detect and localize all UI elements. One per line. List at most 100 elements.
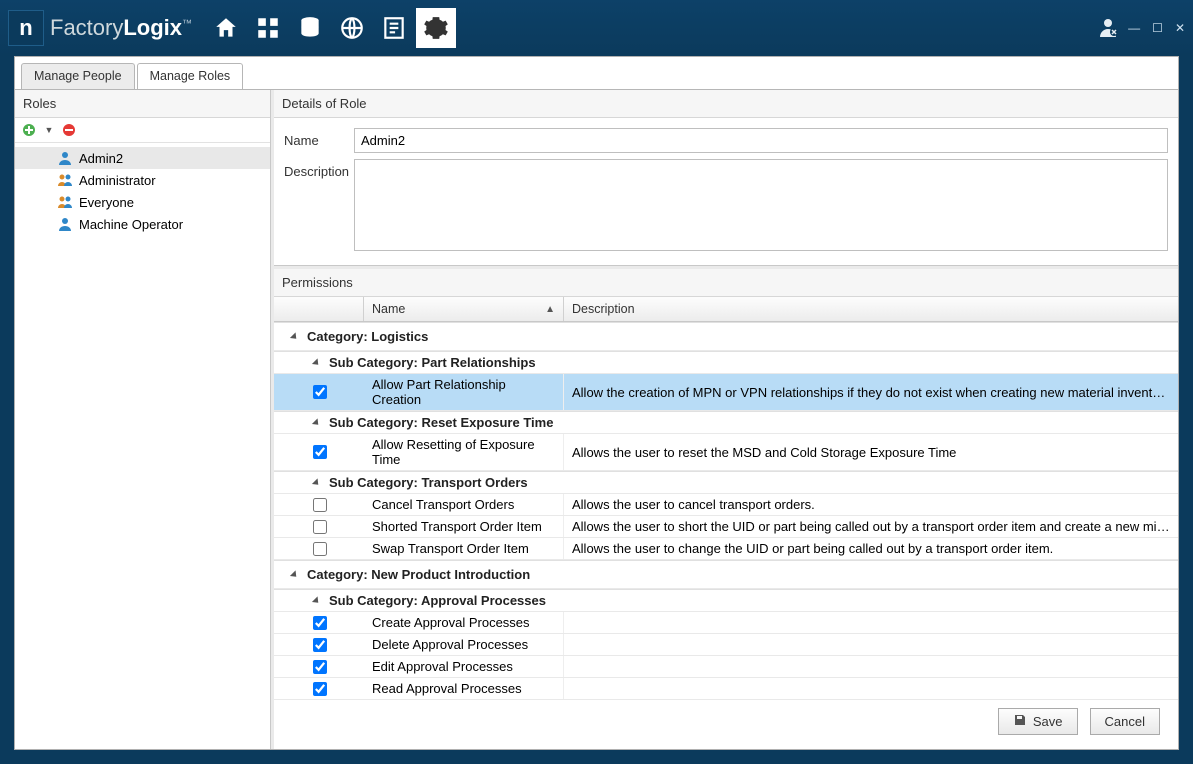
tree-item-label: Admin2 — [79, 151, 123, 166]
globe-icon[interactable] — [332, 8, 372, 48]
tree-item-role[interactable]: Admin2 — [15, 147, 270, 169]
permissions-col-name[interactable]: Name ▲ — [364, 297, 564, 321]
cancel-button[interactable]: Cancel — [1090, 708, 1160, 735]
cancel-button-label: Cancel — [1105, 714, 1145, 729]
permission-description: Allows the user to reset the MSD and Col… — [564, 442, 1178, 463]
permission-checkbox[interactable] — [313, 542, 327, 556]
permission-name: Allow Resetting of Exposure Time — [364, 434, 564, 470]
permission-description — [564, 686, 1178, 692]
role-details-header: Details of Role — [274, 90, 1178, 118]
tree-item-label: Everyone — [79, 195, 134, 210]
permissions-col-desc[interactable]: Description — [564, 297, 1178, 321]
main-pane: Details of Role Name Description Permiss… — [274, 90, 1178, 749]
permission-row[interactable]: Read Approval Processes — [274, 678, 1178, 700]
brand-tm: ™ — [182, 19, 192, 30]
tree-item-label: Administrator — [79, 173, 156, 188]
permission-checkbox[interactable] — [313, 385, 327, 399]
roles-sidebar: Roles ▼ Admin2 Administrator Everyone Machi… — [15, 90, 271, 749]
permission-category-row[interactable]: Category: Logistics — [274, 322, 1178, 351]
permission-row[interactable]: Allow Part Relationship CreationAllow th… — [274, 374, 1178, 411]
permissions-col-name-label: Name — [372, 302, 405, 316]
role-name-input[interactable] — [354, 128, 1168, 153]
permission-checkbox[interactable] — [313, 520, 327, 534]
permission-name: Edit Approval Processes — [364, 656, 564, 677]
permission-row[interactable]: Delete Approval Processes — [274, 634, 1178, 656]
permission-checkbox[interactable] — [313, 616, 327, 630]
permission-description: Allow the creation of MPN or VPN relatio… — [564, 382, 1178, 403]
permission-description: Allows the user to change the UID or par… — [564, 538, 1178, 559]
database-icon[interactable] — [290, 8, 330, 48]
minimize-button[interactable]: — — [1128, 21, 1140, 35]
permissions-columns: Name ▲ Description — [274, 297, 1178, 322]
role-details-panel: Details of Role Name Description — [274, 90, 1178, 266]
permission-category-row[interactable]: Category: New Product Introduction — [274, 560, 1178, 589]
application-window: n FactoryLogix™ — [0, 0, 1193, 764]
brand-part1: Factory — [50, 15, 123, 40]
home-icon[interactable] — [206, 8, 246, 48]
expander-icon — [312, 358, 321, 367]
role-name-label: Name — [284, 128, 354, 148]
permission-name: Cancel Transport Orders — [364, 494, 564, 515]
permission-subcategory-row[interactable]: Sub Category: Approval Processes — [274, 589, 1178, 612]
expander-icon — [290, 570, 299, 579]
permission-checkbox[interactable] — [313, 445, 327, 459]
add-role-icon[interactable] — [21, 122, 37, 138]
permission-row[interactable]: Edit Approval Processes — [274, 656, 1178, 678]
maximize-button[interactable]: ☐ — [1152, 21, 1163, 35]
expander-icon — [290, 332, 299, 341]
save-button-label: Save — [1033, 714, 1063, 729]
permission-row[interactable]: Allow Resetting of Exposure TimeAllows t… — [274, 434, 1178, 471]
tree-item-role[interactable]: Machine Operator — [15, 213, 270, 235]
tab-manage-people[interactable]: Manage People — [21, 63, 135, 89]
permission-checkbox[interactable] — [313, 638, 327, 652]
person-icon — [57, 150, 73, 166]
roles-tree: Admin2 Administrator Everyone Machine Opera… — [15, 143, 270, 239]
tree-item-role[interactable]: Administrator — [15, 169, 270, 191]
tab-manage-roles[interactable]: Manage Roles — [137, 63, 244, 89]
add-role-dropdown-icon[interactable]: ▼ — [41, 122, 57, 138]
save-icon — [1013, 713, 1027, 730]
permission-name: Shorted Transport Order Item — [364, 516, 564, 537]
save-button[interactable]: Save — [998, 708, 1078, 735]
settings-icon[interactable] — [416, 8, 456, 48]
permission-checkbox[interactable] — [313, 498, 327, 512]
permission-row[interactable]: Shorted Transport Order ItemAllows the u… — [274, 516, 1178, 538]
action-footer: Save Cancel — [274, 700, 1178, 749]
role-description-input[interactable] — [354, 159, 1168, 251]
permission-description — [564, 620, 1178, 626]
roles-toolbar: ▼ — [15, 118, 270, 143]
permission-subcategory-row[interactable]: Sub Category: Reset Exposure Time — [274, 411, 1178, 434]
people-icon — [57, 194, 73, 210]
people-icon — [57, 172, 73, 188]
tab-strip: Manage People Manage Roles — [15, 57, 1178, 89]
permission-name: Read Approval Processes — [364, 678, 564, 699]
expander-icon — [312, 596, 321, 605]
permission-checkbox[interactable] — [313, 682, 327, 696]
permission-checkbox[interactable] — [313, 660, 327, 674]
permission-row[interactable]: Swap Transport Order ItemAllows the user… — [274, 538, 1178, 560]
person-icon — [57, 216, 73, 232]
grid-edit-icon[interactable] — [248, 8, 288, 48]
permission-name: Swap Transport Order Item — [364, 538, 564, 559]
permission-subcategory-row[interactable]: Sub Category: Transport Orders — [274, 471, 1178, 494]
permission-description: Allows the user to short the UID or part… — [564, 516, 1178, 537]
permission-subcategory-row[interactable]: Sub Category: Part Relationships — [274, 351, 1178, 374]
permission-description — [564, 642, 1178, 648]
close-button[interactable]: ✕ — [1175, 21, 1185, 35]
tree-item-role[interactable]: Everyone — [15, 191, 270, 213]
permission-name: Delete Approval Processes — [364, 634, 564, 655]
ribbon-icons — [206, 8, 456, 48]
permission-name: Allow Part Relationship Creation — [364, 374, 564, 410]
permissions-col-checkbox[interactable] — [274, 297, 364, 321]
title-bar: n FactoryLogix™ — [0, 0, 1193, 56]
report-icon[interactable] — [374, 8, 414, 48]
user-account-icon[interactable] — [1096, 15, 1120, 42]
permission-description — [564, 664, 1178, 670]
delete-role-icon[interactable] — [61, 122, 77, 138]
permissions-body[interactable]: Category: LogisticsSub Category: Part Re… — [274, 322, 1178, 700]
brand-part2: Logix — [123, 15, 182, 40]
expander-icon — [312, 478, 321, 487]
permission-row[interactable]: Cancel Transport OrdersAllows the user t… — [274, 494, 1178, 516]
permission-row[interactable]: Create Approval Processes — [274, 612, 1178, 634]
roles-header: Roles — [15, 90, 270, 118]
